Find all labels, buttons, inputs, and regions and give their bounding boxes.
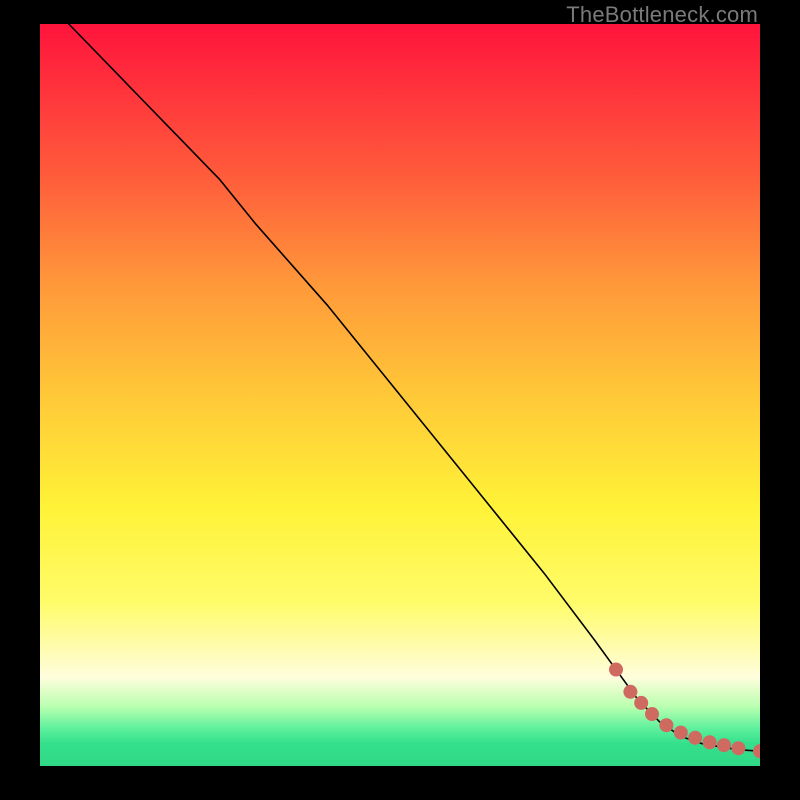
scatter-points <box>609 663 760 759</box>
plot-area <box>40 24 760 766</box>
scatter-point <box>717 738 731 752</box>
scatter-point <box>609 663 623 677</box>
scatter-point <box>659 718 673 732</box>
scatter-point <box>634 696 648 710</box>
scatter-point <box>731 741 745 755</box>
chart-svg <box>40 24 760 766</box>
scatter-point <box>645 707 659 721</box>
chart-frame: TheBottleneck.com <box>0 0 800 800</box>
scatter-point <box>703 735 717 749</box>
scatter-point <box>753 744 760 758</box>
curve-line <box>69 24 760 751</box>
scatter-point <box>674 726 688 740</box>
scatter-point <box>623 685 637 699</box>
scatter-point <box>688 731 702 745</box>
